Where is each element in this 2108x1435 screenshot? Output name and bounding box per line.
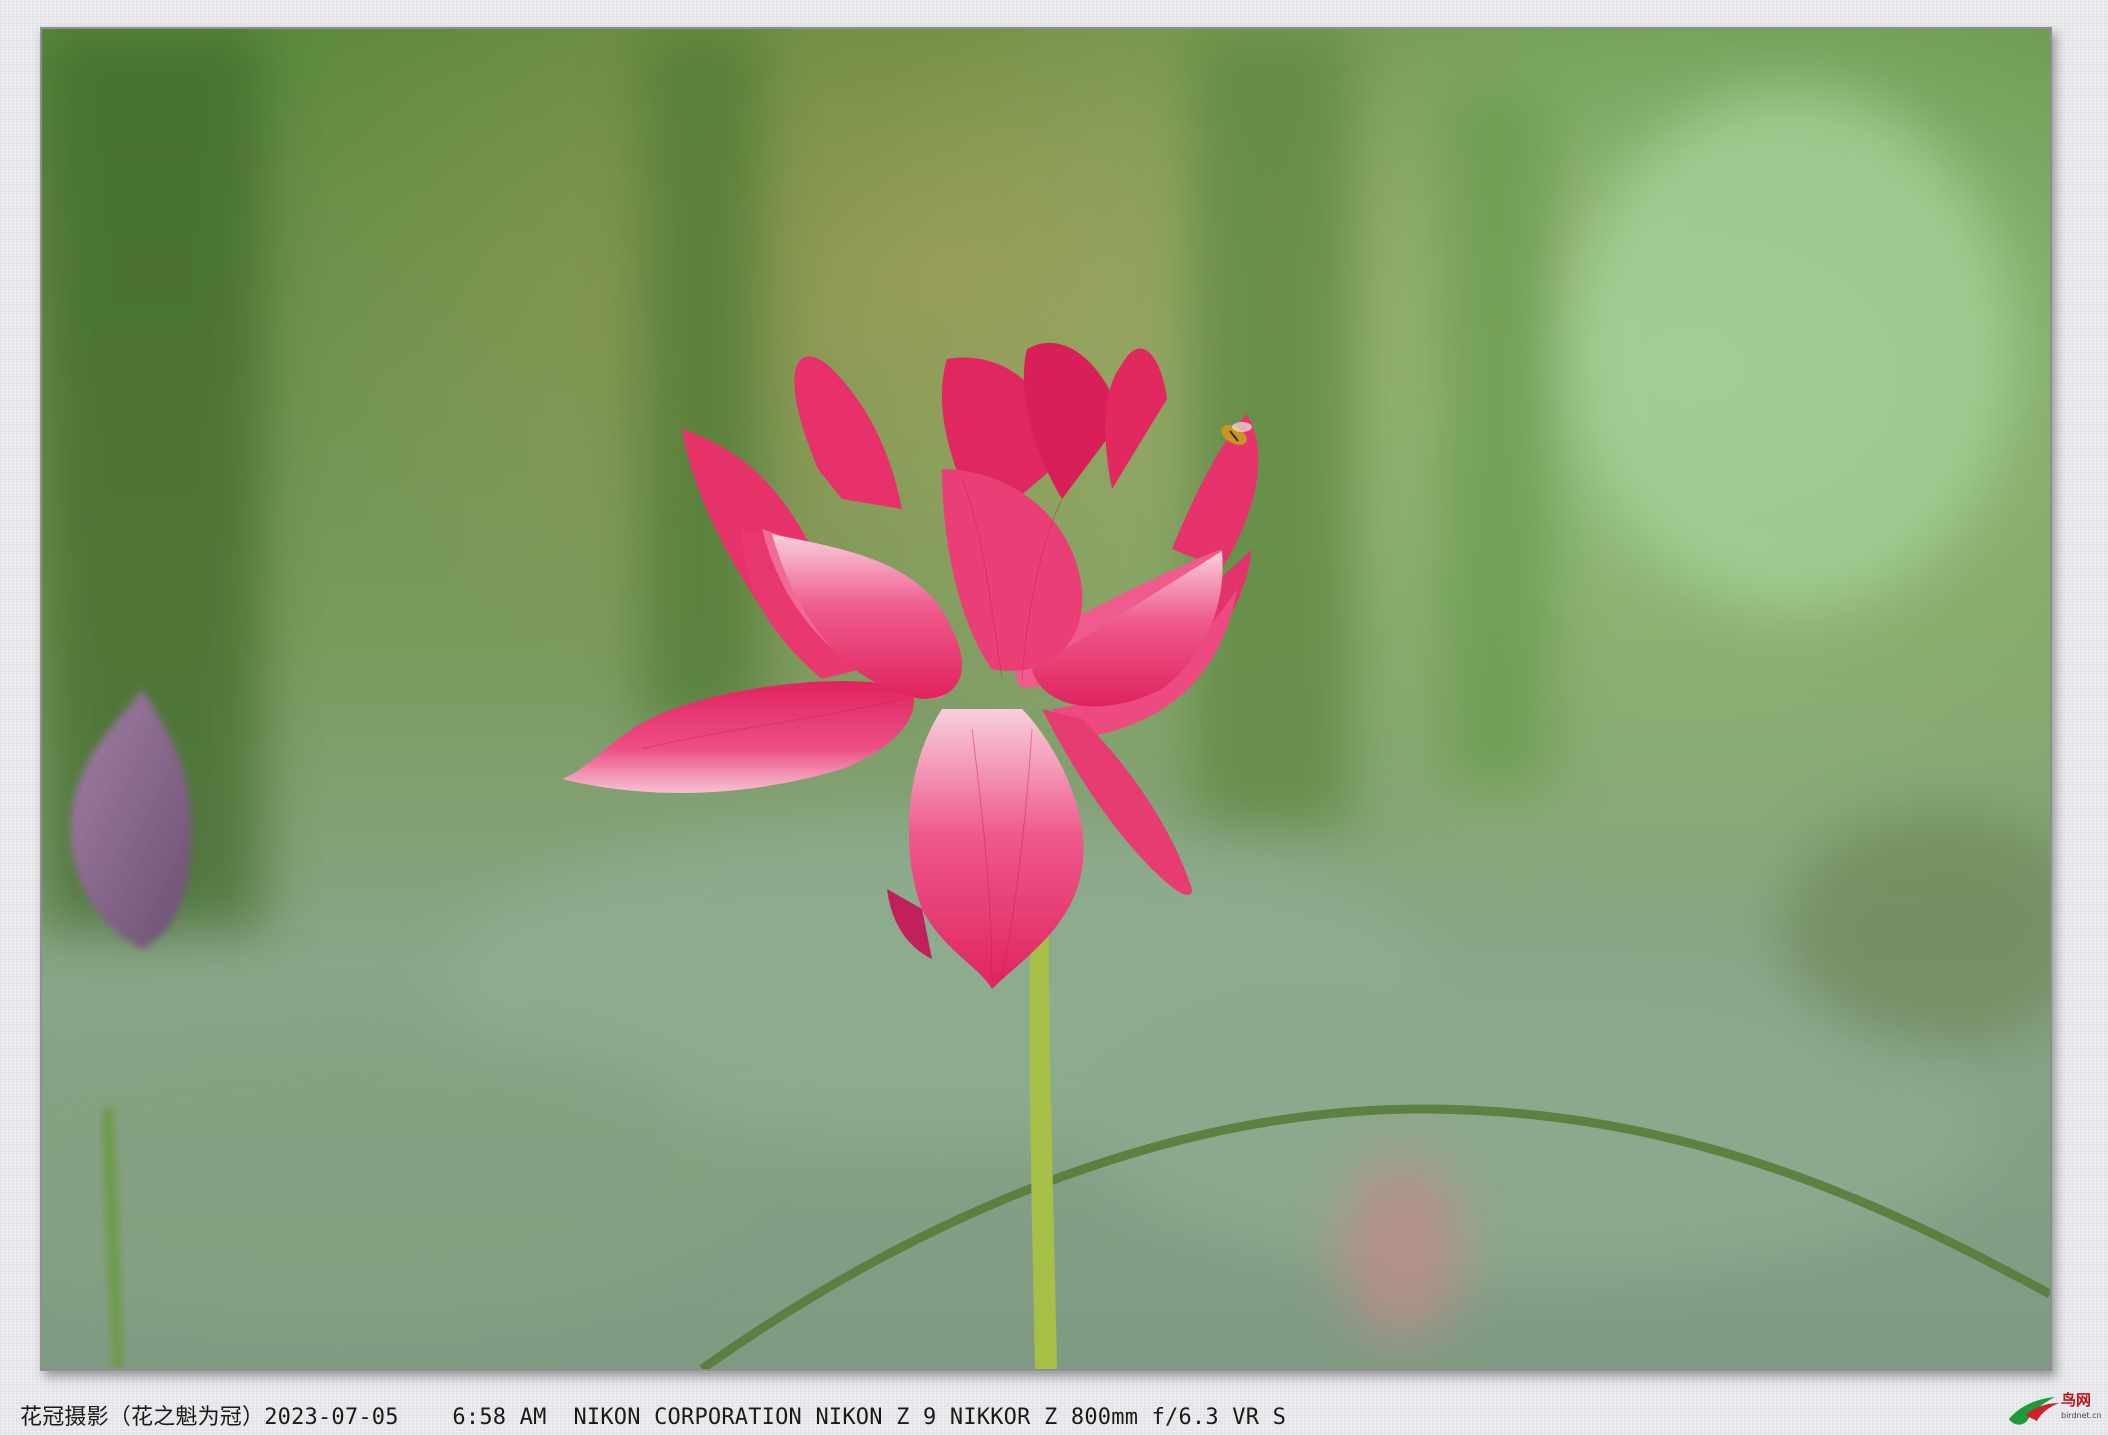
birdnet-watermark: 鸟网 birdnet.cn	[2005, 1385, 2102, 1431]
watermark-label: 鸟网	[2061, 1391, 2092, 1409]
photo-caption: 花冠摄影（花之魁为冠）2023-07-05 6:58 AM NIKON CORP…	[20, 1405, 1287, 1430]
photo	[40, 27, 2052, 1371]
lotus-photo-image	[42, 29, 2050, 1369]
birdnet-logo-icon	[2009, 1397, 2059, 1425]
watermark-domain: birdnet.cn	[2061, 1411, 2102, 1420]
